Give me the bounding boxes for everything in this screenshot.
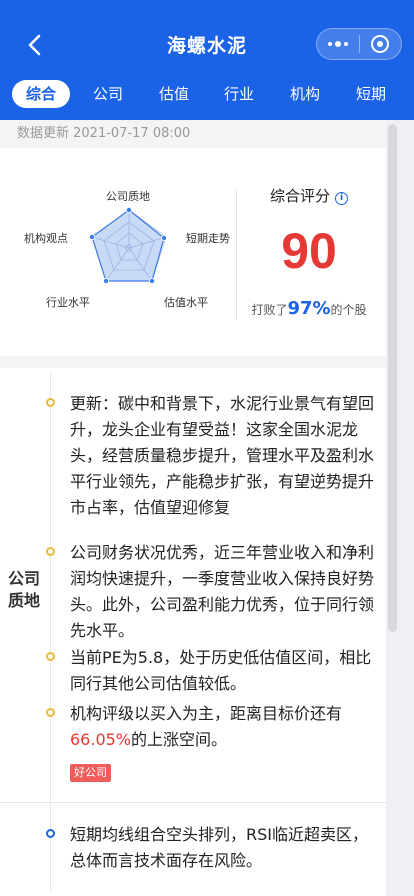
radar-chart: 公司质地 短期走势 估值水平 行业水平 机构观点 bbox=[16, 180, 240, 320]
analysis-item-4: 机构评级以买入为主，距离目标价还有 66.05%的上涨空间。 bbox=[70, 701, 375, 753]
update-timestamp: 数据更新 2021-07-17 08:00 bbox=[0, 120, 386, 148]
beat-prefix: 打败了 bbox=[251, 303, 288, 317]
good-company-badge: 好公司 bbox=[70, 764, 111, 782]
radar-point-industry bbox=[103, 278, 110, 285]
timeline-dot bbox=[46, 829, 55, 838]
info-icon[interactable]: i bbox=[335, 192, 348, 205]
beat-suffix: 的个股 bbox=[330, 303, 367, 317]
upside-percentage: 66.05% bbox=[70, 730, 132, 749]
tab-industry[interactable]: 行业 bbox=[215, 80, 263, 108]
beat-text: 打败了97%的个股 bbox=[246, 298, 372, 319]
item4-prefix: 机构评级以买入为主，距离目标价还有 bbox=[70, 704, 343, 723]
radar-label-shortterm: 短期走势 bbox=[186, 232, 230, 245]
more-dots-icon bbox=[327, 41, 348, 47]
section-label-company: 公司质地 bbox=[8, 569, 41, 610]
tab-bar: 综合 公司 估值 行业 机构 短期 bbox=[0, 76, 414, 112]
score-title: 综合评分 i bbox=[254, 185, 364, 206]
close-miniapp-button[interactable] bbox=[360, 29, 402, 59]
analysis-item-3: 当前PE为5.8，处于历史低估值区间，相比同行其他公司估值较低。 bbox=[70, 648, 372, 693]
tab-short-term[interactable]: 短期 bbox=[347, 80, 395, 108]
radar-label-valuation: 估值水平 bbox=[164, 296, 208, 309]
timeline-line bbox=[50, 372, 51, 892]
radar-label-industry: 行业水平 bbox=[46, 296, 90, 309]
radar-point-company bbox=[126, 206, 133, 213]
radar-point-shortterm bbox=[160, 235, 167, 242]
radar-point-valuation bbox=[148, 278, 155, 285]
timeline-dot bbox=[46, 547, 55, 556]
score-divider bbox=[236, 190, 237, 320]
section-gap bbox=[0, 356, 386, 368]
analysis-item-2: 公司财务状况优秀，近三年营业收入和净利润均快速提升，一季度营业收入保持良好势头。… bbox=[70, 543, 375, 640]
radar-label-company: 公司质地 bbox=[106, 190, 150, 203]
more-button[interactable] bbox=[317, 29, 359, 59]
composite-score: 90 bbox=[281, 223, 337, 279]
score-title-text: 综合评分 bbox=[269, 187, 330, 205]
tab-company[interactable]: 公司 bbox=[84, 80, 132, 108]
target-icon bbox=[371, 35, 390, 53]
section-divider bbox=[0, 802, 386, 803]
radar-score-area bbox=[91, 209, 165, 282]
beat-percentage: 97% bbox=[287, 298, 331, 319]
analysis-item-1: 更新：碳中和背景下，水泥行业景气有望回升，龙头企业有望受益！这家全国水泥龙头，经… bbox=[70, 394, 375, 517]
miniapp-capsule bbox=[316, 28, 402, 60]
item4-suffix: 的上涨空间。 bbox=[131, 730, 228, 749]
tab-institution[interactable]: 机构 bbox=[281, 80, 329, 108]
tab-valuation[interactable]: 估值 bbox=[150, 80, 198, 108]
radar-point-institution bbox=[89, 234, 96, 241]
timeline-dot bbox=[46, 398, 55, 407]
scrollbar-thumb[interactable] bbox=[388, 124, 397, 632]
radar-label-institution: 机构观点 bbox=[24, 232, 68, 245]
tab-overview[interactable]: 综合 bbox=[12, 80, 70, 108]
analysis-item-technical: 短期均线组合空头排列，RSI临近超卖区，总体而言技术面存在风险。 bbox=[70, 825, 368, 870]
header-bar: 海螺水泥 综合 公司 估值 行业 机构 短期 bbox=[0, 0, 414, 120]
timeline-dot bbox=[46, 708, 55, 717]
timeline-dot bbox=[46, 652, 55, 661]
